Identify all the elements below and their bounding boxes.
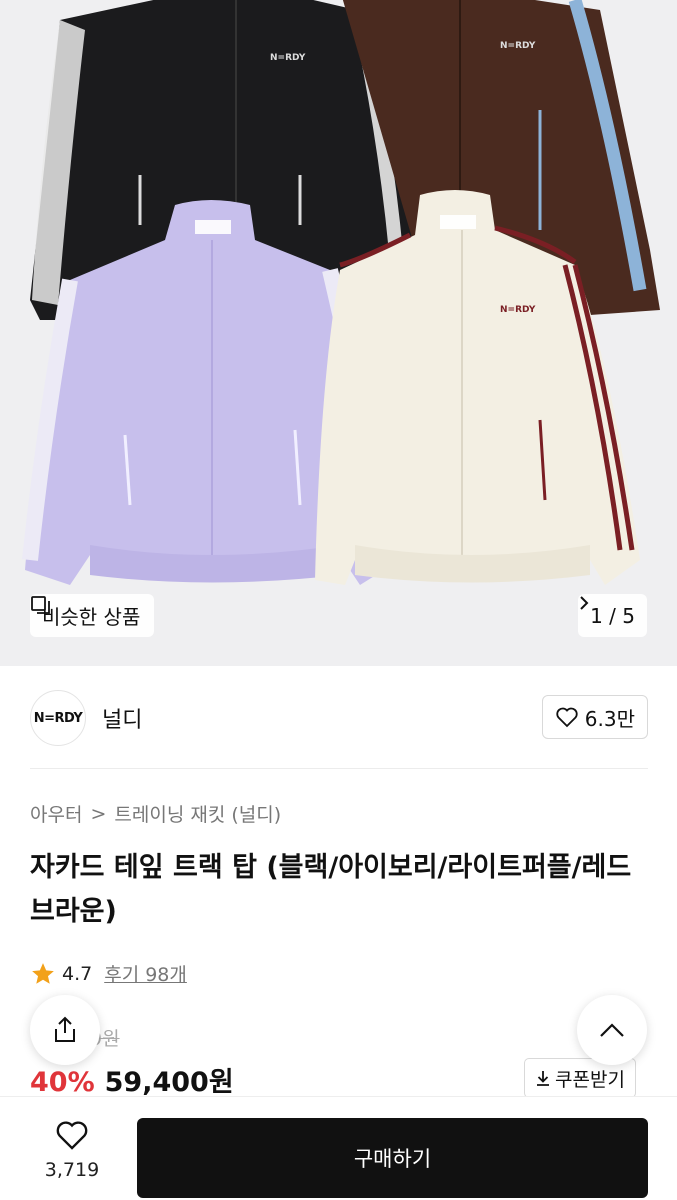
discount-rate: 40% — [30, 1067, 95, 1098]
product-image-carousel[interactable]: N=RDY N=RDY N=RDY 비슷한 상품 1 / 5 — [0, 0, 677, 666]
coupon-label: 쿠폰받기 — [555, 1068, 625, 1091]
heart-outline-icon — [56, 1121, 88, 1150]
similar-products-label: 비슷한 상품 — [42, 605, 141, 629]
breadcrumb-subcategory[interactable]: 트레이닝 재킷 (널디) — [114, 800, 281, 827]
review-count-link[interactable]: 후기 98개 — [104, 960, 187, 987]
rating-row: 4.7 후기 98개 — [30, 960, 187, 987]
svg-text:N=RDY: N=RDY — [500, 305, 536, 315]
wishlist-button[interactable]: 3,719 — [30, 1119, 114, 1181]
svg-text:N=RDY: N=RDY — [500, 41, 536, 51]
heart-icon — [556, 707, 578, 728]
chevron-right-icon — [580, 596, 589, 610]
breadcrumb: 아우터 > 트레이닝 재킷 (널디) — [30, 800, 281, 827]
rating-score: 4.7 — [62, 962, 93, 985]
brand-like-count: 6.3만 — [584, 706, 635, 731]
brand-logo[interactable]: N=RDY — [30, 690, 86, 746]
buy-button-label: 구매하기 — [353, 1147, 432, 1171]
similar-products-button[interactable]: 비슷한 상품 — [30, 594, 155, 637]
share-button[interactable] — [30, 995, 100, 1065]
chevron-up-icon — [600, 1023, 624, 1037]
divider — [30, 768, 648, 769]
download-icon — [537, 1071, 549, 1086]
brand-row: N=RDY 널디 6.3만 — [30, 690, 648, 746]
star-icon — [32, 962, 54, 984]
product-title: 자카드 테잎 트랙 탑 (블랙/아이보리/라이트퍼플/레드브라운) — [30, 852, 632, 927]
brand-like-button[interactable]: 6.3만 — [541, 695, 648, 739]
brand-logo-text: N=RDY — [33, 710, 83, 726]
similar-icon — [31, 596, 50, 614]
breadcrumb-separator: > — [90, 802, 107, 825]
breadcrumb-category[interactable]: 아우터 — [30, 800, 82, 827]
scroll-top-button[interactable] — [577, 995, 647, 1065]
svg-text:N=RDY: N=RDY — [270, 53, 306, 63]
share-icon — [55, 1016, 75, 1042]
image-pager[interactable]: 1 / 5 — [578, 594, 647, 637]
buy-button[interactable]: 구매하기 — [137, 1118, 648, 1198]
product-photo: N=RDY N=RDY N=RDY — [22, 0, 660, 585]
bottom-action-bar: 3,719 구매하기 — [0, 1096, 677, 1200]
image-pager-count: 1 / 5 — [590, 603, 635, 628]
wishlist-count: 3,719 — [44, 1159, 100, 1181]
price-row: 40% 59,400원 — [30, 1060, 234, 1099]
brand-name[interactable]: 널디 — [102, 702, 142, 734]
sale-price: 59,400원 — [104, 1067, 234, 1098]
